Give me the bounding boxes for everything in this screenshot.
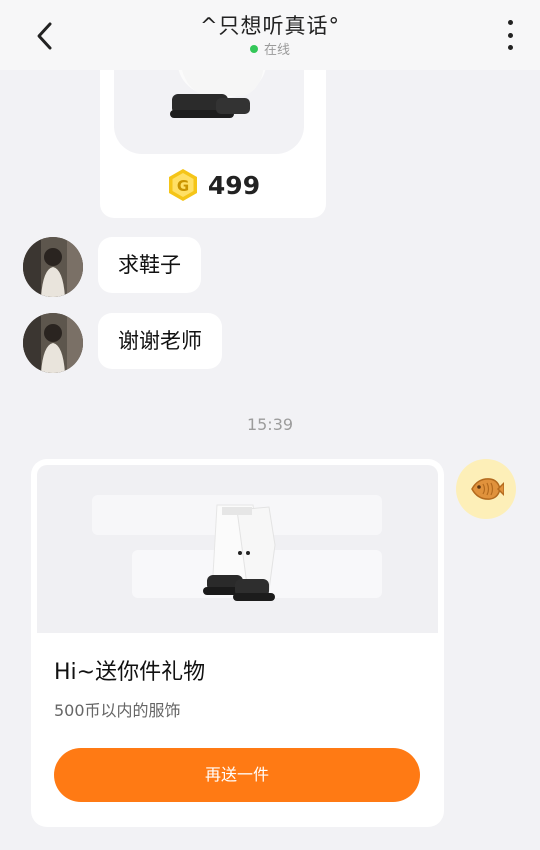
more-dot-icon bbox=[507, 20, 513, 25]
online-status-label: 在线 bbox=[263, 43, 290, 58]
message-text: 谢谢老师 bbox=[118, 329, 202, 353]
price-row: G 499 bbox=[100, 168, 326, 202]
price-value: 499 bbox=[207, 170, 261, 200]
avatar[interactable] bbox=[23, 313, 83, 373]
more-dot-icon bbox=[507, 45, 513, 50]
coin-icon: G bbox=[168, 169, 197, 201]
product-card[interactable]: G 499 bbox=[100, 50, 326, 218]
more-options-button[interactable] bbox=[502, 20, 518, 50]
send-again-button[interactable]: 再送一件 bbox=[54, 748, 420, 802]
chat-title: ^只想听真话° bbox=[199, 14, 341, 38]
svg-text:G: G bbox=[177, 177, 189, 195]
time-divider: 15:39 bbox=[246, 415, 294, 434]
gift-subtitle: 500币以内的服饰 bbox=[54, 701, 181, 720]
chat-header: ^只想听真话° 在线 bbox=[0, 0, 540, 70]
online-status: 在线 bbox=[0, 39, 540, 58]
message-bubble: 求鞋子 bbox=[98, 237, 201, 293]
online-dot-icon bbox=[249, 44, 258, 53]
gift-title: Hi~送你件礼物 bbox=[54, 660, 206, 685]
fish-cake-button[interactable] bbox=[456, 459, 516, 519]
message-text: 求鞋子 bbox=[118, 253, 181, 277]
message-bubble: 谢谢老师 bbox=[98, 313, 222, 369]
avatar[interactable] bbox=[23, 237, 83, 297]
more-dot-icon bbox=[507, 32, 513, 38]
fish-cake-icon bbox=[471, 478, 504, 500]
gift-card[interactable]: Hi~送你件礼物 500币以内的服饰 再送一件 bbox=[31, 459, 444, 827]
gift-image bbox=[37, 465, 438, 633]
